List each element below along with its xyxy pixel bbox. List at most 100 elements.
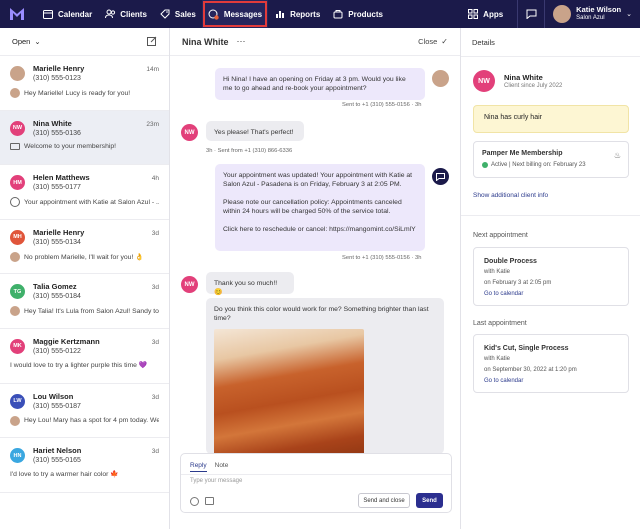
membership-card[interactable]: Pamper Me Membership Active | Next billi…	[473, 141, 629, 178]
send-button[interactable]: Send	[416, 493, 443, 508]
top-nav-bar: Calendar Clients Sales Messages Reports …	[0, 0, 640, 28]
tab-reply[interactable]: Reply	[190, 462, 207, 472]
thread-header: Nina White ⋯ Close ✓	[170, 28, 460, 56]
incoming-message: Yes please! That's perfect!	[206, 121, 304, 141]
nav-label: Reports	[290, 9, 321, 19]
conversation-time: 3d	[151, 229, 159, 237]
message-text: Your appointment was updated! Your appoi…	[223, 172, 413, 188]
compose-icon[interactable]	[147, 36, 157, 48]
conversation-item[interactable]: HM Helen Matthews (310) 555-0177 4h Your app…	[0, 165, 169, 220]
conversation-time: 3d	[151, 338, 159, 346]
message-text: Thank you so much!! 😊	[214, 280, 278, 296]
contact-phone: (310) 555-0165	[33, 457, 81, 465]
appointment-date: on September 30, 2022 at 1:20 pm	[484, 367, 577, 373]
conversation-item[interactable]: NW Nina White (310) 555-0136 23m Welcome to …	[0, 110, 169, 166]
contact-name: Maggie Kertzmann	[33, 336, 100, 346]
nav-messages[interactable]: Messages	[201, 0, 269, 28]
close-conversation-button[interactable]: Close	[418, 37, 437, 46]
filter-label: Open	[12, 37, 31, 46]
nav-products[interactable]: Products	[326, 0, 389, 28]
conversation-time: 4h	[151, 175, 159, 183]
messages-icon	[208, 8, 220, 20]
message-input-placeholder: Type your message	[190, 478, 243, 484]
go-to-calendar-link[interactable]: Go to calendar	[484, 376, 618, 387]
tab-note[interactable]: Note	[215, 462, 229, 472]
contact-avatar: NW	[10, 120, 25, 136]
chat-icon	[10, 197, 20, 208]
last-appointment-heading: Last appointment	[473, 320, 527, 327]
show-additional-info-link[interactable]: Show additional client info	[473, 192, 548, 199]
details-panel: Details NW Nina White Client since July …	[461, 28, 640, 529]
incoming-message-with-image: Do you think this color would work for m…	[206, 298, 444, 459]
staff-avatar-icon	[10, 415, 20, 426]
conversation-time: 23m	[146, 120, 159, 128]
conversation-item[interactable]: TG Talia Gomez (310) 555-0184 3d Hey Talia! …	[0, 274, 169, 329]
contact-avatar: HM	[10, 175, 25, 191]
thread-contact-name: Nina White	[182, 36, 229, 47]
membership-icon: ♨	[613, 151, 621, 160]
conversation-item[interactable]: MH Marielle Henry (310) 555-0134 3d No probl…	[0, 220, 169, 275]
appointment-service: Kid's Cut, Single Process	[484, 345, 569, 352]
status-filter-dropdown[interactable]: Open ⌄	[12, 37, 41, 46]
nav-clients[interactable]: Clients	[98, 0, 153, 28]
image-attach-icon[interactable]	[205, 497, 214, 505]
message-meta: 3h · Sent from +1 (310) 866-6336	[206, 148, 293, 154]
message-text: Yes please! That's perfect!	[214, 129, 294, 136]
staff-avatar-icon	[10, 306, 20, 317]
nav-reports[interactable]: Reports	[268, 0, 326, 28]
client-name[interactable]: Nina White	[504, 73, 543, 82]
contact-avatar: MH	[10, 229, 25, 245]
reports-icon	[274, 8, 286, 20]
message-preview: I would love to try a lighter purple thi…	[10, 361, 148, 369]
nav-apps[interactable]: Apps	[461, 0, 509, 28]
hair-photo-attachment[interactable]	[214, 329, 364, 459]
staff-avatar-icon	[10, 88, 20, 98]
conversation-item[interactable]: Marielle Henry (310) 555-0123 14m Hey Marie…	[0, 56, 169, 111]
client-avatar: NW	[473, 70, 495, 92]
conversation-time: 3d	[151, 448, 159, 456]
staff-avatar	[432, 70, 449, 87]
next-appointment-card[interactable]: Double Process with Katie on February 3 …	[473, 247, 629, 306]
reply-box: Reply Note Type your message Send and cl…	[180, 453, 452, 513]
chevron-down-icon: ⌄	[34, 37, 41, 46]
user-org: Salon Azul	[576, 15, 605, 21]
conversation-item[interactable]: MK Maggie Kertzmann (310) 555-0122 3d I woul…	[0, 329, 169, 384]
more-options-icon[interactable]: ⋯	[237, 36, 246, 47]
message-preview: Hey Lou! Mary has a spot for 4 pm today.…	[24, 417, 159, 425]
last-appointment-card[interactable]: Kid's Cut, Single Process with Katie on …	[473, 334, 629, 393]
message-preview: Hey Marielle! Lucy is ready for you!	[24, 89, 131, 97]
contact-name: Marielle Henry	[33, 227, 85, 237]
conversation-item[interactable]: LW Lou Wilson (310) 555-0187 3d Hey Lou! Mar…	[0, 384, 169, 439]
go-to-calendar-link[interactable]: Go to calendar	[484, 289, 618, 300]
mail-icon	[10, 142, 20, 150]
contact-name: Talia Gomez	[33, 282, 77, 292]
sales-icon	[159, 8, 171, 20]
nav-calendar[interactable]: Calendar	[36, 0, 98, 28]
nav-sales[interactable]: Sales	[153, 0, 202, 28]
emoji-icon[interactable]	[190, 497, 199, 506]
outgoing-automated-message: Your appointment was updated! Your appoi…	[215, 164, 425, 251]
outgoing-message: Hi Nina! I have an opening on Friday at …	[215, 68, 425, 100]
contact-avatar: TG	[10, 284, 25, 300]
mangomint-logo-icon[interactable]	[10, 8, 24, 20]
client-avatar: NW	[181, 276, 198, 293]
message-text: Please note our cancellation policy: App…	[223, 199, 402, 215]
message-input[interactable]: Type your message	[190, 478, 440, 490]
conversation-list-header: Open ⌄	[0, 28, 169, 56]
user-menu[interactable]: Katie Wilson Salon Azul ⌄	[545, 5, 640, 23]
conversation-item[interactable]: HN Hariet Nelson (310) 555-0165 3d I'd love …	[0, 438, 169, 493]
chat-icon[interactable]	[517, 0, 546, 28]
contact-name: Marielle Henry	[33, 64, 85, 73]
contact-phone: (310) 555-0177	[33, 184, 81, 192]
user-avatar	[553, 5, 572, 23]
membership-name: Pamper Me Membership	[482, 150, 563, 157]
message-preview: Welcome to your membership!	[24, 142, 117, 150]
conversation-time: 14m	[146, 66, 159, 73]
client-avatar: NW	[181, 124, 198, 141]
send-and-close-button[interactable]: Send and close	[358, 493, 410, 508]
contact-phone: (310) 555-0122	[33, 347, 81, 355]
contact-avatar	[10, 66, 25, 81]
message-meta: Sent to +1 (310) 555-0156 · 3h	[342, 102, 422, 108]
user-name: Katie Wilson	[576, 5, 622, 14]
client-note[interactable]: Nina has curly hair	[473, 105, 629, 133]
